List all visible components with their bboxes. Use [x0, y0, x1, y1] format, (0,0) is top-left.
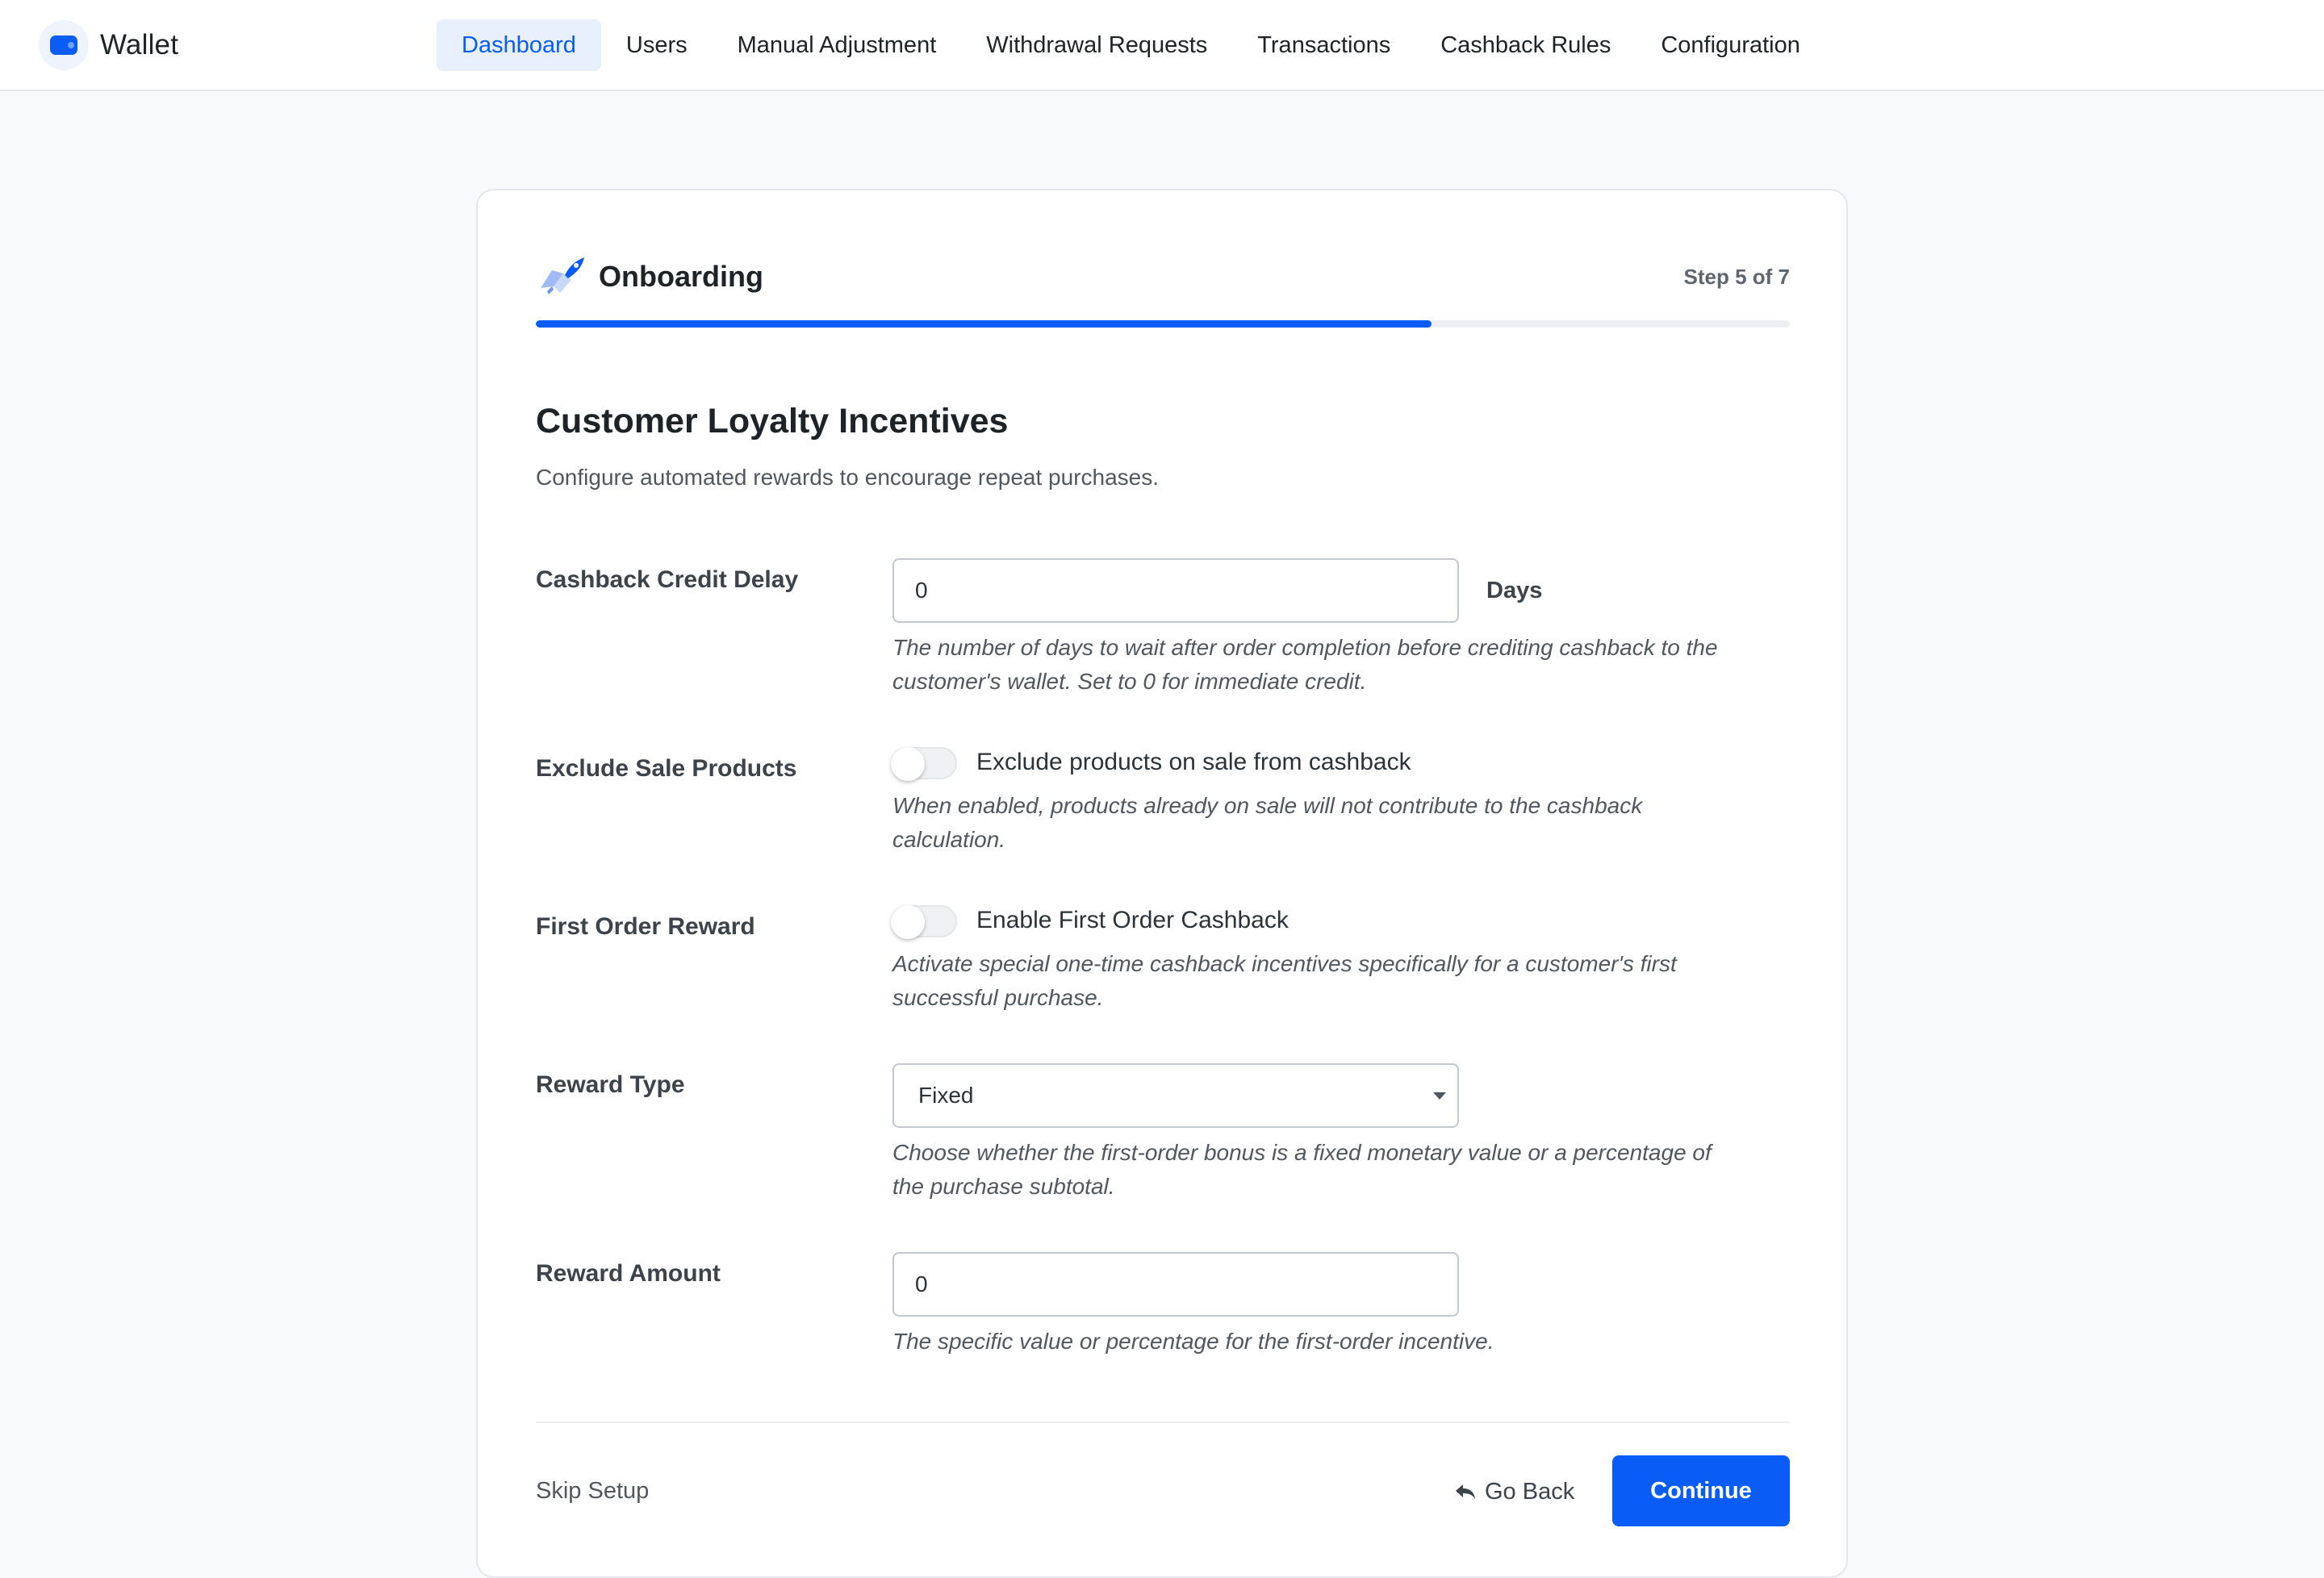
go-back-button[interactable]: Go Back: [1454, 1473, 1574, 1510]
chevron-down-icon: [1433, 1092, 1446, 1100]
step-indicator: Step 5 of 7: [1683, 264, 1790, 289]
progress-fill: [536, 320, 1432, 328]
reward-type-selected: Fixed: [918, 1083, 974, 1108]
credit-delay-label: Cashback Credit Delay: [536, 566, 799, 593]
first-order-label: First Order Reward: [536, 913, 755, 940]
reward-type-select[interactable]: Fixed: [892, 1063, 1459, 1128]
first-order-toggle-label[interactable]: Enable First Order Cashback: [976, 907, 1289, 934]
onboarding-card: Onboarding Step 5 of 7 Customer Loyalty …: [476, 189, 1848, 1578]
app-name: Wallet: [100, 29, 179, 61]
progress-bar: [536, 320, 1790, 328]
onboarding-title: Onboarding: [599, 260, 763, 293]
exclude-sale-label: Exclude Sale Products: [536, 755, 797, 782]
brand[interactable]: Wallet: [39, 19, 178, 71]
continue-button[interactable]: Continue: [1612, 1455, 1790, 1526]
nav-item-configuration[interactable]: Configuration: [1636, 19, 1825, 71]
nav-item-manual-adjustment[interactable]: Manual Adjustment: [713, 19, 962, 71]
nav-item-transactions[interactable]: Transactions: [1232, 19, 1415, 71]
reward-amount-input[interactable]: 0: [892, 1252, 1459, 1317]
first-order-toggle[interactable]: [891, 905, 957, 939]
nav-item-withdrawal-requests[interactable]: Withdrawal Requests: [961, 19, 1232, 71]
exclude-sale-help: When enabled, products already on sale w…: [892, 793, 1643, 852]
reward-type-label: Reward Type: [536, 1071, 685, 1098]
main-nav: Dashboard Users Manual Adjustment Withdr…: [437, 19, 1825, 71]
exclude-sale-toggle[interactable]: [891, 747, 957, 781]
go-back-label: Go Back: [1485, 1478, 1575, 1505]
reward-type-help: Choose whether the first-order bonus is …: [892, 1140, 1712, 1199]
section-description: Configure automated rewards to encourage…: [536, 465, 1160, 490]
section-title: Customer Loyalty Incentives: [536, 402, 1009, 440]
credit-delay-help: The number of days to wait after order c…: [892, 635, 1718, 694]
wallet-icon: [39, 20, 89, 70]
credit-delay-input[interactable]: 0: [892, 558, 1459, 623]
rocket-icon: [541, 257, 584, 294]
first-order-help: Activate special one-time cashback incen…: [892, 951, 1677, 1010]
skip-setup-link[interactable]: Skip Setup: [536, 1478, 649, 1505]
nav-item-users[interactable]: Users: [601, 19, 713, 71]
reward-amount-help: The specific value or percentage for the…: [892, 1329, 1494, 1354]
reward-amount-label: Reward Amount: [536, 1260, 721, 1287]
credit-delay-suffix: Days: [1486, 578, 1543, 603]
top-nav-bar: Wallet Dashboard Users Manual Adjustment…: [0, 0, 2324, 91]
footer-divider: [536, 1421, 1790, 1423]
nav-item-cashback-rules[interactable]: Cashback Rules: [1415, 19, 1636, 71]
reply-arrow-icon: [1456, 1484, 1475, 1499]
exclude-sale-toggle-label[interactable]: Exclude products on sale from cashback: [976, 749, 1411, 776]
onboarding-header: Onboarding Step 5 of 7: [536, 248, 1790, 305]
nav-item-dashboard[interactable]: Dashboard: [437, 19, 601, 71]
